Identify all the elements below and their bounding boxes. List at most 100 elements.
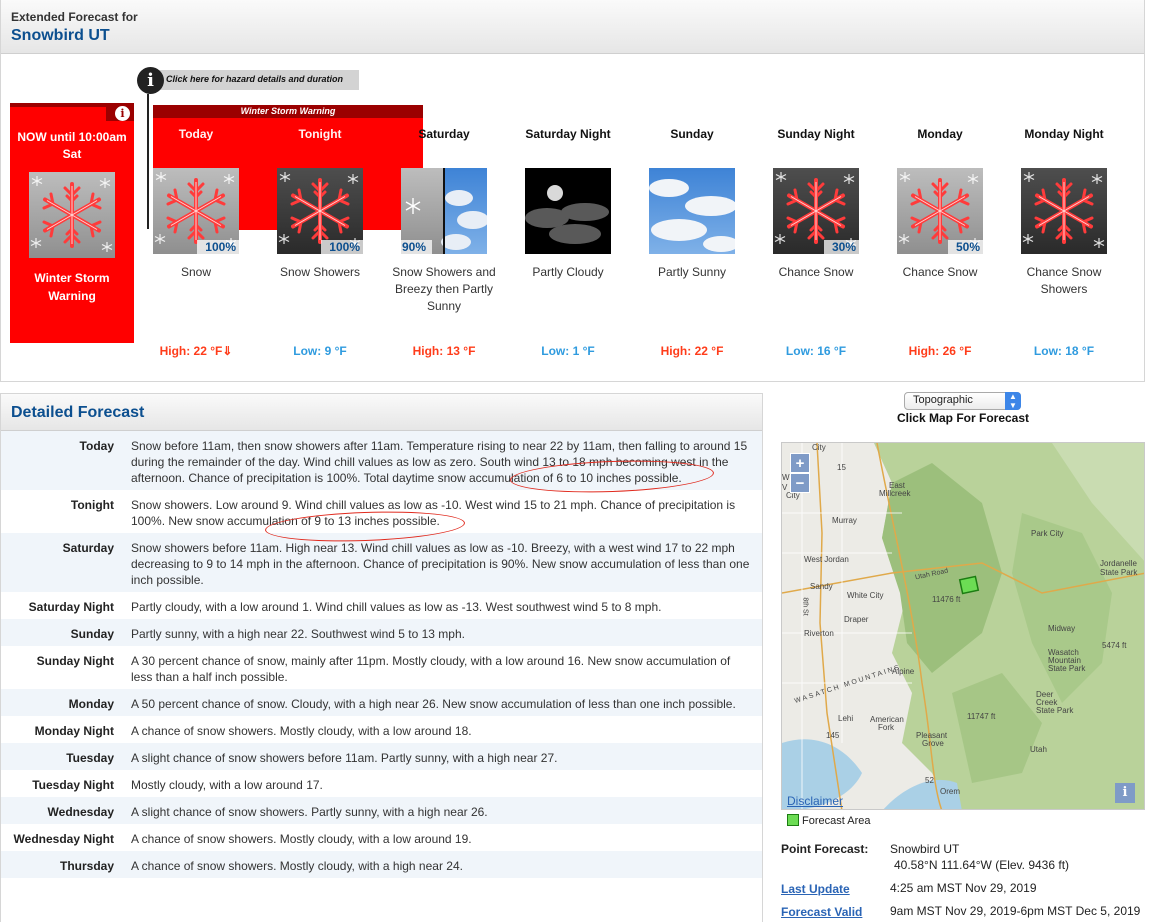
row-period: Today — [79, 439, 114, 453]
map-label: Orem — [940, 787, 960, 796]
period-name: Today — [178, 127, 214, 141]
info-icon[interactable]: i — [115, 106, 130, 121]
forecast-map[interactable]: City W V City East Millcreek Murray Park… — [781, 442, 1145, 810]
period-name: Sunday Night — [777, 127, 855, 141]
period-short-forecast: Chance Snow Showers — [1026, 265, 1102, 296]
period-temperature: Low: 18 °F — [1033, 344, 1095, 358]
topographic-map-image — [782, 443, 1144, 809]
map-disclaimer-link[interactable]: Disclaimer — [787, 794, 843, 808]
forecast-valid-value: 9am MST Nov 29, 2019-6pm MST Dec 5, 2019 — [890, 904, 1141, 918]
forecast-area-marker — [958, 575, 980, 595]
forecast-pretitle: Extended Forecast for — [11, 10, 138, 24]
period-sunday[interactable]: Sunday Partly Sunny High: 22 °F — [637, 126, 747, 358]
last-update-link[interactable]: Last Update — [781, 882, 850, 896]
period-name: Saturday Night — [525, 127, 611, 141]
row-period: Sunday — [70, 627, 114, 641]
chance-snow-showers-night-icon — [1021, 168, 1107, 254]
point-forecast-name: Snowbird UT — [890, 842, 960, 856]
period-temperature: High: 26 °F — [908, 344, 972, 358]
chevron-updown-icon: ▲ ▼ — [1005, 392, 1021, 410]
row-text: A slight chance of snow showers before 1… — [131, 751, 558, 765]
forecast-valid-link[interactable]: Forecast Valid — [781, 905, 862, 919]
period-name: Monday — [917, 127, 963, 141]
row-period: Saturday — [62, 541, 114, 555]
precip-chance: 30% — [823, 240, 859, 254]
period-short-forecast: Partly Cloudy — [532, 265, 604, 279]
map-caption: Click Map For Forecast — [896, 411, 1030, 425]
row-text: A chance of snow showers. Mostly cloudy,… — [131, 832, 472, 846]
row-text: Mostly cloudy, with a low around 17. — [131, 778, 323, 792]
last-update-value: 4:25 am MST Nov 29, 2019 — [890, 881, 1037, 895]
hazard-link-text[interactable]: Click here for hazard details and durati… — [166, 74, 343, 84]
map-label: Lehi — [838, 714, 854, 723]
zoom-in-button[interactable]: + — [790, 453, 810, 473]
detailed-forecast-panel: Detailed Forecast Today Snow before 11am,… — [0, 393, 763, 922]
map-info-icon[interactable]: i — [1115, 783, 1135, 803]
period-sunday-night[interactable]: Sunday Night 30% Chance Snow Low: 16 °F — [761, 126, 871, 358]
precip-chance: 100% — [321, 240, 363, 254]
period-saturday[interactable]: Saturday 90% Snow Showers and Breezy the… — [389, 126, 499, 358]
map-zoom-controls: + − — [790, 453, 810, 493]
forecast-row: Today Snow before 11am, then snow showers… — [1, 431, 762, 490]
legend-label: Forecast Area — [802, 815, 871, 827]
partly-cloudy-night-icon — [525, 168, 611, 254]
map-label: W — [782, 473, 790, 482]
map-label: Draper — [844, 615, 869, 624]
map-label: State Park — [1100, 568, 1138, 577]
map-label: 5474 ft — [1102, 641, 1127, 650]
forecast-row: Sunday Night A 30 percent chance of snow,… — [1, 646, 762, 689]
map-layer-select[interactable]: Topographic ▲ ▼ — [904, 392, 1021, 410]
row-period: Monday Night — [34, 724, 114, 738]
point-forecast-coords: 40.58°N 111.64°W (Elev. 9436 ft) — [894, 858, 1070, 872]
period-temperature: High: 22 °F — [660, 344, 724, 358]
map-label: Murray — [832, 516, 857, 525]
map-label: White City — [847, 591, 884, 600]
row-text: A 50 percent chance of snow. Cloudy, wit… — [131, 697, 736, 711]
period-short-forecast: Chance Snow — [778, 265, 854, 279]
map-label: 52 — [925, 776, 934, 785]
info-icon[interactable]: i — [137, 67, 164, 94]
hazard-details-link[interactable]: i Click here for hazard details and dura… — [137, 67, 359, 94]
period-monday-night[interactable]: Monday Night Chance Snow Showers Low: 18… — [1009, 126, 1119, 358]
map-label: Park City — [1031, 529, 1064, 538]
period-monday[interactable]: Monday 50% Chance Snow High: 26 °F — [885, 126, 995, 358]
map-label: Riverton — [804, 629, 834, 638]
snow-then-partly-sunny-icon: 90% — [401, 168, 487, 254]
period-short-forecast: Snow — [180, 265, 212, 279]
forecast-row: Saturday Night Partly cloudy, with a low … — [1, 592, 762, 619]
map-layer-value: Topographic — [913, 394, 973, 406]
map-label: City — [812, 443, 826, 452]
row-text: Snow before 11am, then snow showers afte… — [131, 439, 748, 485]
period-short-forecast: Chance Snow — [902, 265, 978, 279]
row-period: Wednesday — [47, 805, 114, 819]
forecast-header: Extended Forecast for Snowbird UT — [1, 0, 1144, 54]
forecast-row: Tuesday Night Mostly cloudy, with a low a… — [1, 770, 762, 797]
period-name: Tonight — [298, 127, 342, 141]
forecast-row: Sunday Partly sunny, with a high near 22.… — [1, 619, 762, 646]
forecast-row: Tonight Snow showers. Low around 9. Wind … — [1, 490, 762, 533]
forecast-row: Saturday Snow showers before 11am. High n… — [1, 533, 762, 592]
map-label: Millcreek — [879, 489, 911, 498]
period-name: Sunday — [670, 127, 714, 141]
period-name: Monday Night — [1024, 127, 1104, 141]
period-temperature: Low: 16 °F — [785, 344, 847, 358]
chance-snow-night-icon: 30% — [773, 168, 859, 254]
map-label: West Jordan — [804, 555, 849, 564]
map-label: Sandy — [810, 582, 833, 591]
period-saturday-night[interactable]: Saturday Night Partly Cloudy Low: 1 °F — [513, 126, 623, 358]
warning-banner-label[interactable]: Winter Storm Warning — [153, 105, 423, 118]
precip-chance: 90% — [401, 240, 433, 254]
row-text: Snow showers before 11am. High near 13. … — [131, 541, 750, 587]
current-hazard-box[interactable]: i NOW until 10:00am Sat Winter Storm War… — [10, 103, 134, 343]
zoom-out-button[interactable]: − — [790, 473, 810, 493]
forecast-row: Monday A 50 percent chance of snow. Cloud… — [1, 689, 762, 716]
row-period: Sunday Night — [36, 654, 114, 668]
period-short-forecast: Partly Sunny — [657, 265, 727, 279]
period-short-forecast: Snow Showers and Breezy then Partly Sunn… — [392, 265, 496, 313]
period-today[interactable]: Today 100% Snow High: 22 °F⇓ — [141, 126, 251, 358]
hazard-duration: NOW until 10:00am Sat — [17, 130, 127, 161]
map-label: 11747 ft — [967, 712, 996, 721]
period-tonight[interactable]: Tonight 100% Snow Showers Low: 9 °F — [265, 126, 375, 358]
precip-chance: 100% — [197, 240, 239, 254]
detailed-forecast-list: Today Snow before 11am, then snow showers… — [1, 431, 762, 878]
